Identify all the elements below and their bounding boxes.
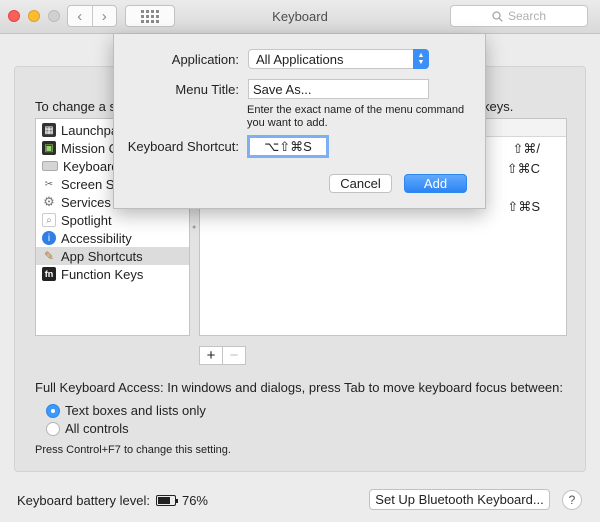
shortcut-keys[interactable]: ⇧⌘C	[507, 161, 540, 177]
menu-title-label: Menu Title:	[175, 82, 239, 97]
category-item-app-shortcuts[interactable]: ✎ App Shortcuts	[36, 247, 189, 265]
remove-shortcut-button[interactable]: −	[222, 347, 245, 364]
application-label: Application:	[171, 52, 239, 67]
mission-control-icon: ▣	[42, 141, 56, 155]
shortcut-keys[interactable]: ⇧⌘/	[512, 141, 540, 157]
add-shortcut-sheet: Application: All Applications ▲ ▼ Menu Ti…	[113, 34, 486, 209]
up-down-arrows-icon: ▲ ▼	[413, 49, 429, 69]
radio-button[interactable]	[46, 403, 60, 418]
radio-label: Text boxes and lists only	[65, 403, 206, 418]
radio-button[interactable]	[46, 421, 60, 436]
title-bar: ‹ › Keyboard Search	[0, 0, 600, 34]
battery-label: Keyboard battery level:	[17, 493, 150, 508]
application-value: All Applications	[256, 51, 344, 67]
intro-text-tail: keys.	[483, 99, 514, 114]
battery-status: Keyboard battery level: 76%	[17, 493, 208, 508]
category-label: Function Keys	[61, 266, 144, 282]
app-shortcuts-icon: ✎	[43, 249, 55, 263]
category-label: Accessibility	[61, 230, 132, 246]
gear-icon: ⚙	[43, 194, 55, 209]
category-label: Mission C	[61, 140, 119, 156]
keyboard-shortcut-input[interactable]: ⌥⇧⌘S	[247, 135, 329, 158]
search-field[interactable]: Search	[450, 5, 588, 27]
category-item-function-keys[interactable]: fn Function Keys	[36, 265, 189, 283]
menu-title-input[interactable]: Save As...	[248, 79, 429, 99]
category-label: App Shortcuts	[61, 248, 143, 264]
battery-percent: 76%	[181, 493, 208, 508]
search-placeholder: Search	[507, 9, 547, 23]
setup-bluetooth-keyboard-button[interactable]: Set Up Bluetooth Keyboard...	[369, 489, 550, 510]
search-icon	[492, 10, 503, 22]
fn-icon: fn	[42, 267, 56, 281]
intro-text: To change a sh	[35, 99, 124, 114]
control-f7-hint: Press Control+F7 to change this setting.	[35, 444, 231, 456]
radio-label: All controls	[65, 421, 129, 436]
battery-icon	[155, 495, 178, 506]
category-label: Services	[61, 194, 111, 210]
radio-all-controls[interactable]: All controls	[46, 421, 129, 436]
keyboard-icon	[42, 161, 58, 171]
menu-title-note: Enter the exact name of the menu command…	[247, 104, 465, 129]
application-select[interactable]: All Applications ▲ ▼	[248, 49, 429, 69]
cancel-button[interactable]: Cancel	[329, 174, 392, 193]
full-keyboard-access-label: Full Keyboard Access: In windows and dia…	[35, 380, 563, 395]
add-shortcut-button[interactable]: +	[200, 347, 222, 364]
split-handle-icon[interactable]: ●	[192, 224, 196, 231]
spotlight-icon: ⌕	[42, 213, 56, 227]
launchpad-icon: ▦	[42, 123, 56, 137]
keyboard-shortcut-label: Keyboard Shortcut:	[127, 139, 239, 154]
category-item-accessibility[interactable]: i Accessibility	[36, 229, 189, 247]
accessibility-icon: i	[42, 231, 56, 245]
battery-level-fill	[157, 497, 171, 504]
help-button[interactable]: ?	[562, 490, 582, 510]
shortcut-keys[interactable]: ⇧⌘S	[507, 199, 540, 215]
add-remove-group: + −	[199, 346, 246, 365]
category-label: Launchpa	[61, 122, 119, 138]
category-label: Keyboard	[63, 158, 119, 174]
add-button[interactable]: Add	[404, 174, 467, 193]
radio-text-boxes[interactable]: Text boxes and lists only	[46, 403, 206, 418]
screenshot-icon: ✂	[44, 178, 54, 190]
category-item-spotlight[interactable]: ⌕ Spotlight	[36, 211, 189, 229]
category-label: Spotlight	[61, 212, 112, 228]
